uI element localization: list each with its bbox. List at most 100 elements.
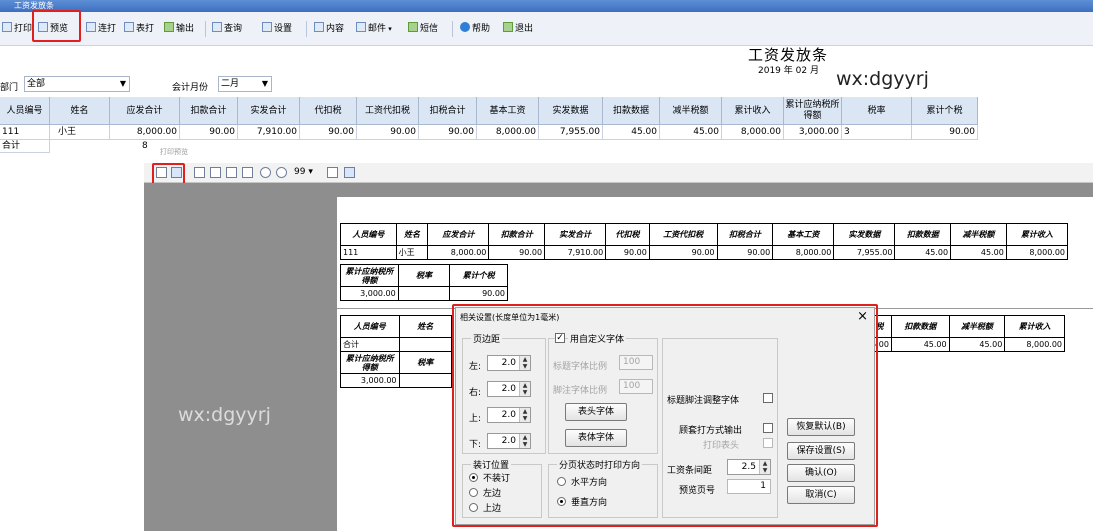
grid-header-cell[interactable]: 实发数据 <box>539 97 603 125</box>
close-preview-icon[interactable] <box>344 167 355 178</box>
highlight-settings-dialog <box>452 304 878 527</box>
next-page-icon[interactable] <box>226 167 237 178</box>
sms-button[interactable]: 短信 <box>408 20 438 38</box>
query-button[interactable]: 查询 <box>212 20 242 38</box>
grid-header-cell[interactable]: 累计应纳税所得额 <box>784 97 842 125</box>
grid-header-cell[interactable]: 扣税合计 <box>419 97 477 125</box>
settings-button[interactable]: 设置 <box>262 20 292 38</box>
preview-cell: 90.00 <box>716 245 774 260</box>
preview-header-cell: 姓名 <box>395 223 429 246</box>
toolbar-separator <box>205 21 206 37</box>
month-label: 会计月份 <box>172 83 209 93</box>
preview-cell <box>397 286 451 301</box>
preview-cell: 小王 <box>395 245 429 260</box>
preview-header-cell: 基本工资 <box>772 223 835 246</box>
continuous-print-button[interactable]: 连打 <box>86 20 116 38</box>
grid-cell[interactable]: 合计 <box>0 140 50 153</box>
zoom-in-icon[interactable] <box>260 167 271 178</box>
mail-button[interactable]: 邮件 ▾ <box>356 20 392 38</box>
grid-cell[interactable]: 90.00 <box>419 125 477 140</box>
preview-cell: 7,910.00 <box>544 245 607 260</box>
preview-header-cell: 累计应纳税所得额 <box>340 264 399 287</box>
report-title: 工资发放条 <box>748 46 829 64</box>
preview-header-cell: 减半税额 <box>950 223 1007 246</box>
grid-cell[interactable]: 45.00 <box>660 125 722 140</box>
watermark-text: wx:dgyyrj <box>836 68 929 90</box>
grid-header-cell[interactable]: 姓名 <box>50 97 110 125</box>
highlight-preview-button <box>32 10 81 42</box>
preview-header-cell: 扣款数据 <box>890 315 950 338</box>
preview-header-cell: 人员编号 <box>340 315 400 338</box>
preview-cell: 3,000.00 <box>340 286 399 301</box>
grid-cell[interactable]: 8,000.00 <box>110 125 180 140</box>
grid-header-cell[interactable]: 代扣税 <box>300 97 357 125</box>
grid-header-cell[interactable]: 累计收入 <box>722 97 784 125</box>
grid-cell[interactable]: 7,955.00 <box>539 125 603 140</box>
first-page-icon[interactable] <box>194 167 205 178</box>
grid-header-cell[interactable]: 应发合计 <box>110 97 180 125</box>
preview-header-cell: 累计个税 <box>449 264 508 287</box>
grid-cell[interactable]: 8,000.00 <box>477 125 539 140</box>
preview-table: 人员编号 姓名 应发合计 扣款合计 实发合计 代扣税 工资代扣税 扣税合计 基本… <box>340 223 1069 260</box>
output-button[interactable]: 输出 <box>164 20 194 38</box>
preview-cell: 8,000.00 <box>1004 337 1065 352</box>
grid-header-cell[interactable]: 税率 <box>842 97 912 125</box>
prev-page-icon[interactable] <box>210 167 221 178</box>
print-button[interactable]: 打印 <box>2 20 32 38</box>
grid-cell[interactable]: 3,000.00 <box>784 125 842 140</box>
grid-cell[interactable]: 7,910.00 <box>238 125 300 140</box>
preview-cell: 7,955.00 <box>833 245 896 260</box>
preview-cell: 45.00 <box>950 245 1007 260</box>
grid-header-cell[interactable]: 基本工资 <box>477 97 539 125</box>
grid-cell[interactable]: 45.00 <box>603 125 660 140</box>
zoom-select[interactable]: 99 ▾ <box>294 167 313 177</box>
grid-cell[interactable]: 90.00 <box>912 125 978 140</box>
toolbar-separator <box>452 21 453 37</box>
help-button[interactable]: 帮助 <box>460 20 490 38</box>
exit-button[interactable]: 退出 <box>503 20 533 38</box>
content-button[interactable]: 内容 <box>314 20 344 38</box>
fit-page-icon[interactable] <box>327 167 338 178</box>
preview-header-cell: 姓名 <box>398 315 453 338</box>
month-select[interactable]: 二月 ▼ <box>218 76 272 92</box>
preview-table-2-right: 税 扣款数据 减半税额 累计收入 5.00 45.00 45.00 8,000.… <box>867 315 1065 352</box>
dept-select[interactable]: 全部 ▼ <box>24 76 130 92</box>
preview-cell: 90.00 <box>488 245 546 260</box>
preview-cell: 8,000.00 <box>1005 245 1069 260</box>
preview-header-cell: 税率 <box>398 351 453 374</box>
preview-cell: 111 <box>340 245 397 260</box>
grid-header-cell[interactable]: 实发合计 <box>238 97 300 125</box>
preview-header-cell: 扣款合计 <box>488 223 546 246</box>
preview-header-cell: 减半税额 <box>948 315 1006 338</box>
grid-header-cell[interactable]: 扣款数据 <box>603 97 660 125</box>
zoom-out-icon[interactable] <box>276 167 287 178</box>
grid-cell[interactable]: 8,000.00 <box>722 125 784 140</box>
report-date: 2019 年 02 月 <box>758 66 819 76</box>
gear-icon <box>262 22 272 32</box>
preview-cell: 3,000.00 <box>340 373 400 388</box>
preview-header-cell: 实发合计 <box>544 223 607 246</box>
grid-header-cell[interactable]: 工资代扣税 <box>357 97 419 125</box>
grid-cell[interactable]: 小王 <box>50 125 110 140</box>
preview-header-cell: 累计应纳税所得额 <box>340 351 400 374</box>
grid-header-cell[interactable]: 减半税额 <box>660 97 722 125</box>
continuous-print-icon <box>86 22 96 32</box>
preview-cell: 90.00 <box>605 245 650 260</box>
grid-header-cell[interactable]: 扣款合计 <box>180 97 238 125</box>
preview-header-cell: 实发数据 <box>833 223 896 246</box>
grid-cell[interactable]: 90.00 <box>180 125 238 140</box>
grid-header-cell[interactable]: 人员编号 <box>0 97 50 125</box>
grid-cell[interactable]: 3 <box>842 125 912 140</box>
preview-header-cell: 扣税合计 <box>716 223 774 246</box>
preview-header-cell: 累计收入 <box>1004 315 1065 338</box>
grid-cell[interactable]: 90.00 <box>357 125 419 140</box>
last-page-icon[interactable] <box>242 167 253 178</box>
watermark-text: wx:dgyyrj <box>178 404 271 426</box>
grid-cell[interactable]: 111 <box>0 125 50 140</box>
table-print-button[interactable]: 表打 <box>124 20 154 38</box>
grid-header-cell[interactable]: 累计个税 <box>912 97 978 125</box>
grid-cell[interactable]: 8 <box>140 140 150 153</box>
preview-cell <box>398 373 453 388</box>
grid-cell[interactable]: 90.00 <box>300 125 357 140</box>
mail-icon <box>356 22 366 32</box>
